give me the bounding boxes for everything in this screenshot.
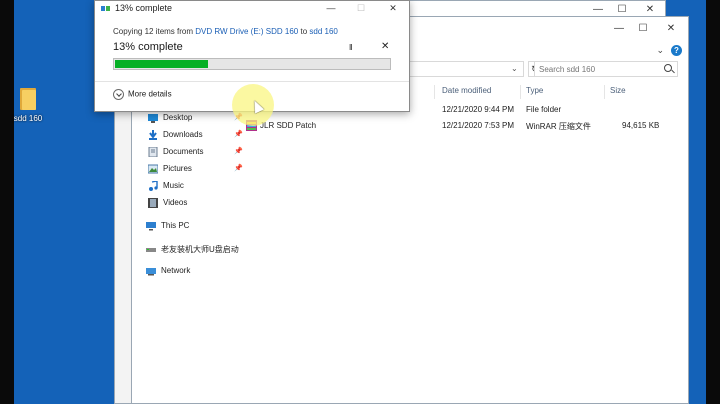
drive-icon — [146, 244, 156, 254]
search-icon[interactable] — [664, 64, 672, 72]
maximize-icon: ☐ — [356, 3, 366, 13]
progress-fill — [115, 60, 208, 68]
nav-item-music[interactable]: Music — [148, 179, 248, 193]
destination-link[interactable]: sdd 160 — [309, 27, 337, 36]
column-date-modified[interactable]: Date modified — [442, 86, 491, 95]
pin-icon[interactable]: 📌 — [234, 147, 243, 155]
nav-item-this-pc[interactable]: This PC — [146, 219, 246, 233]
copy-icon — [101, 5, 111, 13]
desktop-folder-sdd160[interactable]: sdd 160 — [10, 86, 46, 123]
desktop-folder-label: sdd 160 — [13, 114, 43, 123]
documents-icon — [148, 146, 158, 158]
help-icon[interactable]: ? — [671, 45, 682, 56]
nav-item-pictures[interactable]: Pictures 📌 — [147, 162, 248, 176]
chevron-down-icon[interactable]: ⌄ — [656, 45, 664, 56]
desktop-icon — [148, 113, 158, 123]
folder-icon — [18, 86, 38, 110]
music-icon — [148, 180, 158, 191]
pause-button[interactable]: II — [349, 43, 353, 52]
table-row[interactable]: JLR SDD Patch 12/21/2020 7:53 PM WinRAR … — [246, 119, 686, 133]
close-icon[interactable]: ✕ — [658, 21, 684, 37]
network-icon — [146, 266, 156, 276]
desktop-background: sdd 160 — ☐ ✕ — ☐ ✕ ⌄ ? ⌄ ↻ — [0, 0, 720, 404]
pictures-icon — [147, 164, 159, 174]
column-type[interactable]: Type — [526, 86, 543, 95]
nav-item-videos[interactable]: Videos — [148, 196, 248, 210]
download-icon — [148, 130, 158, 140]
nav-item-documents[interactable]: Documents 📌 — [148, 145, 248, 159]
minimize-icon[interactable]: — — [606, 21, 632, 37]
chevron-down-icon — [113, 89, 124, 100]
copy-status-line: Copying 12 items from DVD RW Drive (E:) … — [113, 27, 338, 36]
maximize-icon[interactable]: ☐ — [630, 21, 656, 37]
search-box[interactable] — [534, 61, 678, 77]
pc-icon — [146, 221, 156, 231]
dialog-title: 13% complete — [101, 3, 172, 15]
pin-icon[interactable]: 📌 — [234, 164, 243, 172]
nav-item-usb-drive[interactable]: 老友装机大师U盘启动 — [146, 242, 246, 256]
progress-bar — [113, 58, 391, 70]
close-icon[interactable]: ✕ — [381, 1, 405, 15]
more-details-button[interactable]: More details — [113, 89, 172, 100]
source-link[interactable]: DVD RW Drive (E:) SDD 160 — [195, 27, 298, 36]
nav-item-network[interactable]: Network — [146, 264, 246, 278]
nav-item-downloads[interactable]: Downloads 📌 — [148, 128, 248, 142]
percent-complete-text: 13% complete — [113, 41, 183, 53]
column-size[interactable]: Size — [610, 86, 626, 95]
chevron-down-icon[interactable]: ⌄ — [511, 64, 518, 73]
minimize-icon[interactable]: — — [319, 1, 343, 15]
cancel-button[interactable]: ✕ — [381, 41, 389, 52]
search-input[interactable] — [539, 63, 657, 75]
videos-icon — [148, 198, 158, 208]
pin-icon[interactable]: 📌 — [234, 130, 243, 138]
